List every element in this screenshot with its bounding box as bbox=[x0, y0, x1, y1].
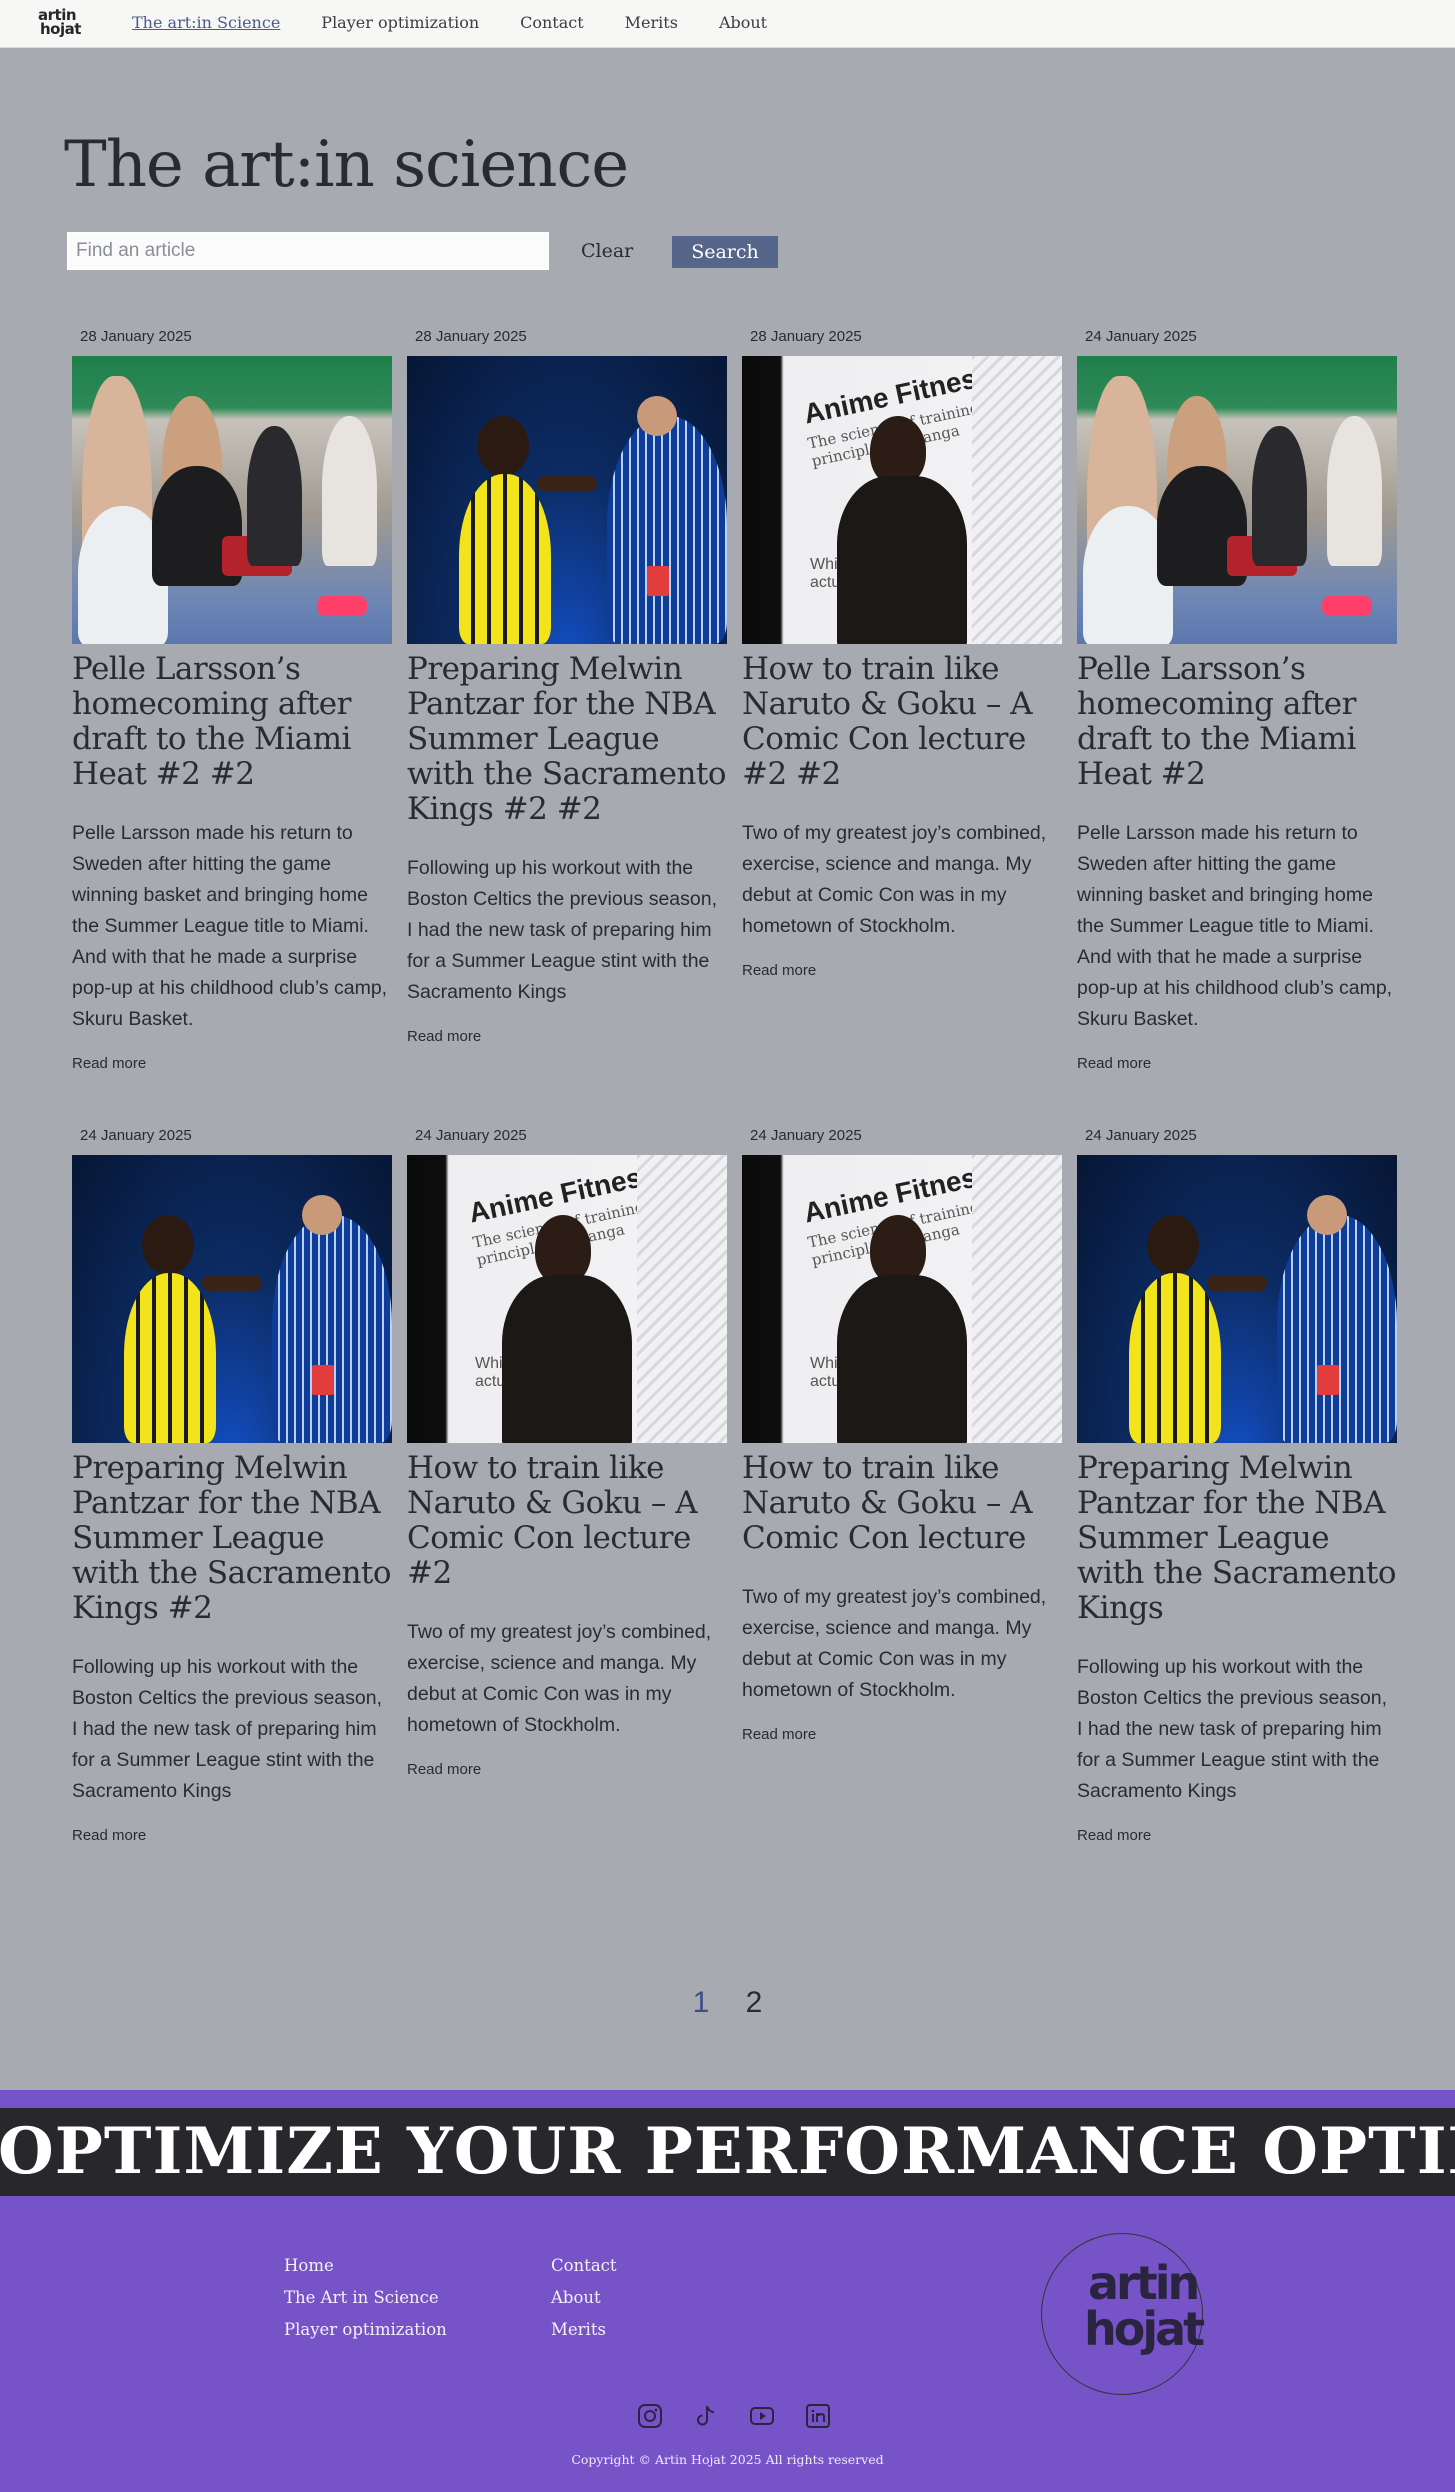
linkedin-icon[interactable] bbox=[805, 2403, 831, 2429]
article-image[interactable] bbox=[1077, 356, 1397, 644]
article-card[interactable]: 24 January 2025 Pelle Larsson’s homecomin… bbox=[1077, 326, 1397, 1073]
read-more-link[interactable]: Read more bbox=[72, 1827, 146, 1844]
article-excerpt: Two of my greatest joy’s combined, exerc… bbox=[407, 1621, 712, 1736]
article-title[interactable]: Pelle Larsson’s homecoming after draft t… bbox=[1077, 652, 1397, 792]
article-date: 24 January 2025 bbox=[415, 1127, 527, 1144]
article-excerpt: Following up his workout with the Boston… bbox=[1077, 1656, 1388, 1802]
article-title[interactable]: Preparing Melwin Pantzar for the NBA Sum… bbox=[407, 652, 727, 827]
footer-logo-line-2: hojat bbox=[1084, 2302, 1205, 2356]
article-title[interactable]: Preparing Melwin Pantzar for the NBA Sum… bbox=[72, 1451, 392, 1626]
article-card[interactable]: 28 January 2025 Pelle Larsson’s homecomin… bbox=[72, 326, 392, 1073]
article-date: 24 January 2025 bbox=[750, 1127, 862, 1144]
article-excerpt: Two of my greatest joy’s combined, exerc… bbox=[742, 1586, 1047, 1701]
article-title[interactable]: Pelle Larsson’s homecoming after draft t… bbox=[72, 652, 392, 792]
nav-link-art-in-science[interactable]: The art:in Science bbox=[132, 13, 280, 32]
article-grid: 28 January 2025 Pelle Larsson’s homecomin… bbox=[72, 326, 1398, 1845]
site-logo[interactable]: artin hojat bbox=[38, 8, 84, 42]
read-more-link[interactable]: Read more bbox=[742, 1726, 816, 1743]
pagination: 1 2 bbox=[0, 1986, 1455, 2020]
footer: OPTIMIZE YOUR PERFORMANCE OPTIMIZE YOUR … bbox=[0, 2090, 1455, 2492]
performance-banner: OPTIMIZE YOUR PERFORMANCE OPTIMIZE YOUR … bbox=[0, 2108, 1455, 2196]
read-more-link[interactable]: Read more bbox=[1077, 1827, 1151, 1844]
read-more-link[interactable]: Read more bbox=[72, 1055, 146, 1072]
article-image[interactable] bbox=[1077, 1155, 1397, 1443]
article-image[interactable] bbox=[72, 356, 392, 644]
search-button[interactable]: Search bbox=[672, 236, 778, 268]
footer-links-col-1: Home The Art in Science Player optimizat… bbox=[284, 2250, 447, 2346]
article-excerpt: Following up his workout with the Boston… bbox=[72, 1656, 383, 1802]
article-card[interactable]: 28 January 2025 Preparing Melwin Pantzar … bbox=[407, 326, 727, 1073]
article-date: 24 January 2025 bbox=[1085, 328, 1197, 345]
nav-links: The art:in Science Player optimization C… bbox=[132, 13, 767, 32]
page-1-link[interactable]: 1 bbox=[693, 1986, 710, 2020]
footer-link-about[interactable]: About bbox=[551, 2282, 617, 2314]
article-card[interactable]: 24 January 2025 Anime Fitness The science … bbox=[407, 1125, 727, 1845]
article-excerpt: Following up his workout with the Boston… bbox=[407, 857, 718, 1003]
footer-link-player-optimization[interactable]: Player optimization bbox=[284, 2314, 447, 2346]
article-title[interactable]: Preparing Melwin Pantzar for the NBA Sum… bbox=[1077, 1451, 1397, 1626]
article-image[interactable] bbox=[407, 356, 727, 644]
footer-links-col-2: Contact About Merits bbox=[551, 2250, 617, 2346]
search-input[interactable] bbox=[67, 232, 549, 270]
article-title[interactable]: How to train like Naruto & Goku – A Comi… bbox=[742, 1451, 1062, 1556]
article-excerpt: Two of my greatest joy’s combined, exerc… bbox=[742, 822, 1047, 937]
footer-link-merits[interactable]: Merits bbox=[551, 2314, 617, 2346]
article-image[interactable]: Anime FitnessThe science of training pri… bbox=[407, 1155, 727, 1443]
page-2-link[interactable]: 2 bbox=[746, 1986, 763, 2020]
logo-line-2: hojat bbox=[40, 20, 81, 38]
article-date: 28 January 2025 bbox=[415, 328, 527, 345]
top-nav: artin hojat The art:in Science Player op… bbox=[0, 0, 1455, 48]
copyright-text: Copyright © Artin Hojat 2025 All rights … bbox=[571, 2452, 884, 2467]
footer-logo[interactable]: artin hojat bbox=[1041, 2233, 1205, 2395]
article-card[interactable]: 28 January 2025 Anime Fitness The science … bbox=[742, 326, 1062, 1073]
instagram-icon[interactable] bbox=[637, 2403, 663, 2429]
page-title: The art:in science bbox=[64, 128, 629, 202]
article-card[interactable]: 24 January 2025 Preparing Melwin Pantzar … bbox=[72, 1125, 392, 1845]
article-excerpt: Pelle Larsson made his return to Sweden … bbox=[1077, 822, 1393, 1030]
read-more-link[interactable]: Read more bbox=[742, 962, 816, 979]
nav-link-merits[interactable]: Merits bbox=[625, 13, 678, 32]
nav-link-player-optimization[interactable]: Player optimization bbox=[321, 13, 479, 32]
article-title[interactable]: How to train like Naruto & Goku – A Comi… bbox=[742, 652, 1062, 792]
footer-link-contact[interactable]: Contact bbox=[551, 2250, 617, 2282]
tiktok-icon[interactable] bbox=[693, 2403, 719, 2429]
banner-text: OPTIMIZE YOUR PERFORMANCE OPTIMIZE YOUR … bbox=[0, 2114, 1455, 2189]
article-image[interactable] bbox=[72, 1155, 392, 1443]
read-more-link[interactable]: Read more bbox=[407, 1761, 481, 1778]
article-date: 28 January 2025 bbox=[80, 328, 192, 345]
youtube-icon[interactable] bbox=[749, 2403, 775, 2429]
article-card[interactable]: 24 January 2025 Preparing Melwin Pantzar … bbox=[1077, 1125, 1397, 1845]
nav-link-contact[interactable]: Contact bbox=[520, 13, 584, 32]
article-card[interactable]: 24 January 2025 Anime Fitness The science … bbox=[742, 1125, 1062, 1845]
article-image[interactable]: Anime FitnessThe science of training pri… bbox=[742, 1155, 1062, 1443]
article-image[interactable]: Anime FitnessThe science of training pri… bbox=[742, 356, 1062, 644]
footer-link-art-in-science[interactable]: The Art in Science bbox=[284, 2282, 447, 2314]
read-more-link[interactable]: Read more bbox=[407, 1028, 481, 1045]
article-title[interactable]: How to train like Naruto & Goku – A Comi… bbox=[407, 1451, 727, 1591]
social-links bbox=[637, 2403, 831, 2429]
nav-link-about[interactable]: About bbox=[719, 13, 767, 32]
clear-button[interactable]: Clear bbox=[581, 240, 633, 262]
article-date: 28 January 2025 bbox=[750, 328, 862, 345]
article-excerpt: Pelle Larsson made his return to Sweden … bbox=[72, 822, 388, 1030]
read-more-link[interactable]: Read more bbox=[1077, 1055, 1151, 1072]
article-date: 24 January 2025 bbox=[1085, 1127, 1197, 1144]
footer-link-home[interactable]: Home bbox=[284, 2250, 447, 2282]
article-date: 24 January 2025 bbox=[80, 1127, 192, 1144]
